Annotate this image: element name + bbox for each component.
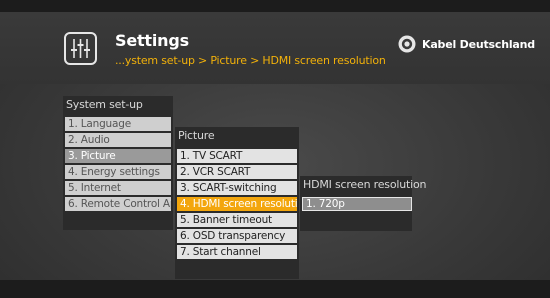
hdmi-resolution-menu: 1. 720p (302, 197, 412, 213)
menu-item-internet[interactable]: 5. Internet (65, 181, 171, 195)
sliders-icon (64, 32, 97, 65)
menu-item-osd-transparency[interactable]: 6. OSD transparency (177, 229, 297, 243)
menu-item-scart-switching[interactable]: 3. SCART-switching (177, 181, 297, 195)
menu-item-language[interactable]: 1. Language (65, 117, 171, 131)
system-setup-panel: System set-up 1. Language 2. Audio 3. Pi… (63, 96, 173, 230)
breadcrumb: ...ystem set-up > Picture > HDMI screen … (115, 54, 386, 67)
panel-title: HDMI screen resolution (303, 178, 427, 191)
menu-item-banner-timeout[interactable]: 5. Banner timeout (177, 213, 297, 227)
page-title: Settings (115, 31, 189, 50)
panel-title: System set-up (66, 98, 143, 111)
menu-item-720p[interactable]: 1. 720p (302, 197, 412, 211)
picture-menu: 1. TV SCART 2. VCR SCART 3. SCART-switch… (177, 149, 297, 261)
hdmi-resolution-panel: HDMI screen resolution 1. 720p (300, 176, 426, 231)
system-setup-menu: 1. Language 2. Audio 3. Picture 4. Energ… (65, 117, 171, 213)
brand-label: Kabel Deutschland (422, 37, 535, 51)
menu-item-remote-control-app[interactable]: 6. Remote Control App (65, 197, 171, 211)
menu-item-vcr-scart[interactable]: 2. VCR SCART (177, 165, 297, 179)
menu-item-energy-settings[interactable]: 4. Energy settings (65, 165, 171, 179)
kabel-deutschland-logo-icon (398, 35, 416, 53)
tv-screen: Settings ...ystem set-up > Picture > HDM… (0, 0, 550, 298)
menu-item-hdmi-screen-resolution[interactable]: 4. HDMI screen resolution (177, 197, 297, 211)
top-bar (0, 0, 550, 12)
menu-item-picture[interactable]: 3. Picture (65, 149, 171, 163)
bottom-bar (0, 280, 550, 298)
menu-item-start-channel[interactable]: 7. Start channel (177, 245, 297, 259)
menu-item-audio[interactable]: 2. Audio (65, 133, 171, 147)
menu-item-tv-scart[interactable]: 1. TV SCART (177, 149, 297, 163)
brand: Kabel Deutschland (398, 35, 535, 53)
panel-title: Picture (178, 129, 215, 142)
picture-panel: Picture 1. TV SCART 2. VCR SCART 3. SCAR… (175, 127, 299, 279)
